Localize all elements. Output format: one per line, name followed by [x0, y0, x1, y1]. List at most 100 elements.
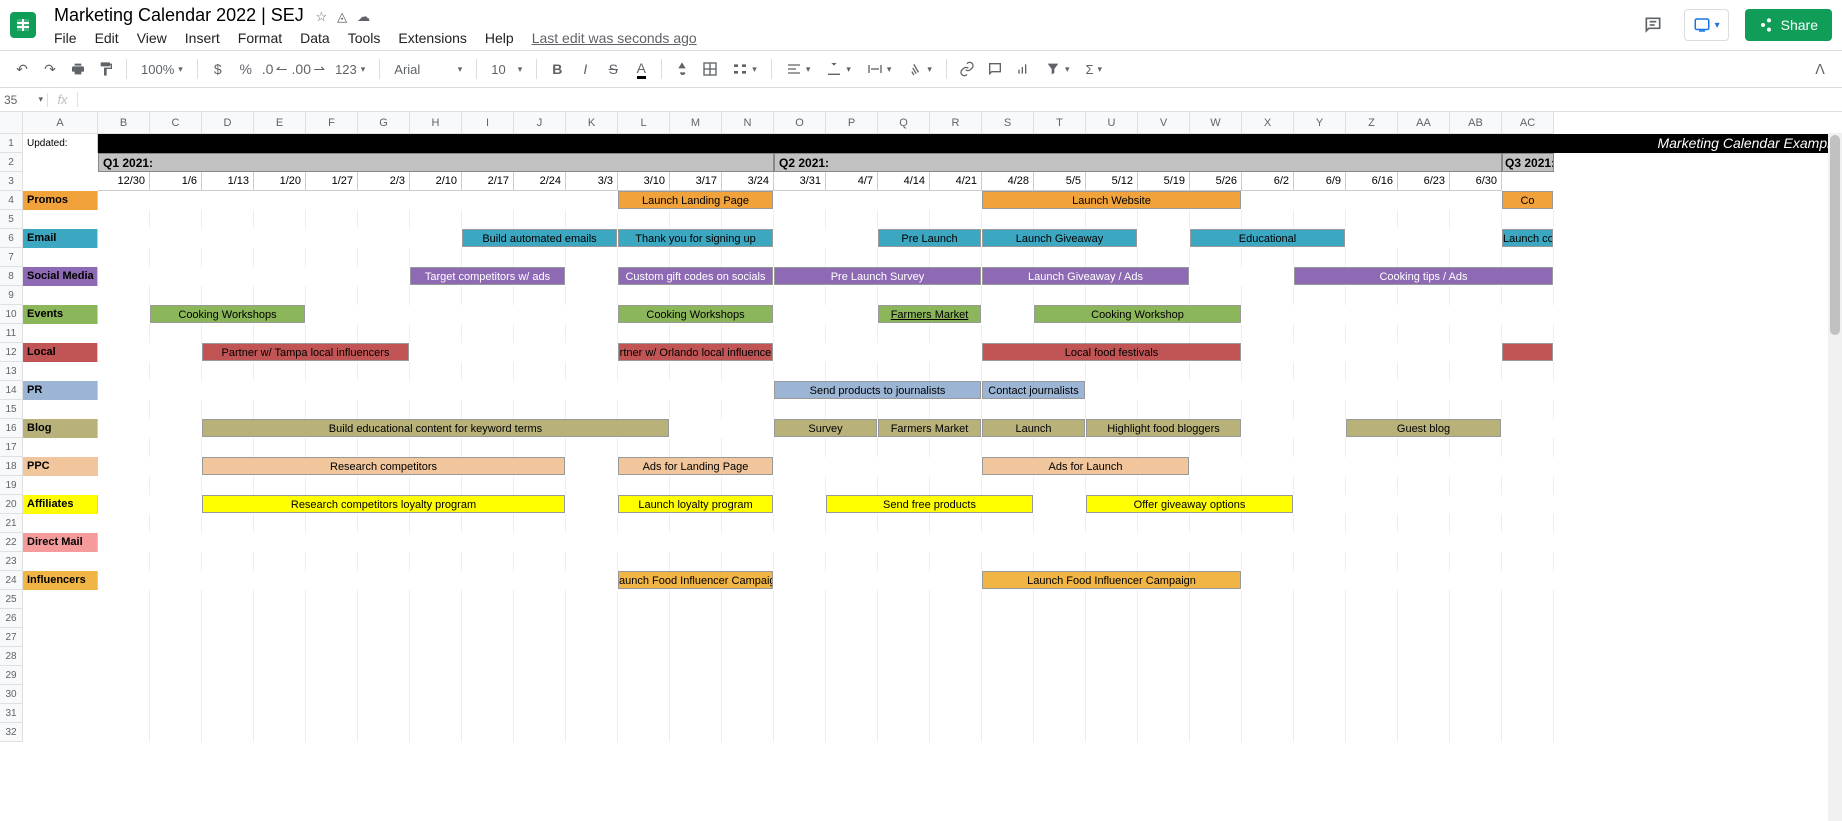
gantt-bar[interactable]: Ads for Launch [982, 457, 1189, 475]
column-header[interactable]: W [1190, 112, 1242, 134]
column-header[interactable]: J [514, 112, 566, 134]
gantt-bar[interactable]: aunch Food Influencer Campaig [618, 571, 773, 589]
row-header[interactable]: 2 [0, 153, 23, 172]
text-color-button[interactable]: A [629, 57, 653, 81]
date-cell[interactable]: 1/27 [306, 172, 358, 191]
merge-button[interactable]: ▾ [726, 61, 763, 77]
date-cell[interactable]: 6/2 [1242, 172, 1294, 191]
gantt-bar[interactable]: Launch Giveaway / Ads [982, 267, 1189, 285]
column-header[interactable]: A [23, 112, 98, 134]
decrease-decimal-button[interactable]: .0 ↼ [262, 57, 288, 81]
category-label[interactable]: Influencers [23, 571, 98, 590]
column-header[interactable]: M [670, 112, 722, 134]
format-dropdown[interactable]: 123▾ [329, 62, 371, 77]
date-cell[interactable]: 5/12 [1086, 172, 1138, 191]
column-header[interactable]: I [462, 112, 514, 134]
row-header[interactable]: 9 [0, 286, 23, 305]
redo-button[interactable]: ↷ [38, 57, 62, 81]
gantt-bar[interactable]: Local food festivals [982, 343, 1241, 361]
row-header[interactable]: 28 [0, 647, 23, 666]
cell-updated-label[interactable]: Updated: [23, 134, 98, 153]
category-label[interactable]: Social Media [23, 267, 98, 286]
quarter-q3[interactable]: Q3 2021: [1502, 153, 1554, 172]
category-label[interactable]: Direct Mail [23, 533, 98, 552]
comment-history-icon[interactable] [1638, 10, 1668, 40]
vertical-scrollbar[interactable] [1828, 133, 1842, 821]
column-header[interactable]: N [722, 112, 774, 134]
menu-format[interactable]: Format [238, 30, 282, 46]
date-cell[interactable]: 4/21 [930, 172, 982, 191]
gantt-bar[interactable]: Highlight food bloggers [1086, 419, 1241, 437]
collapse-toolbar-button[interactable]: ᐱ [1808, 57, 1832, 81]
last-edit-link[interactable]: Last edit was seconds ago [532, 30, 697, 46]
gantt-bar[interactable]: Launch loyalty program [618, 495, 773, 513]
row-header[interactable]: 26 [0, 609, 23, 628]
gantt-bar[interactable]: Cooking Workshops [618, 305, 773, 323]
valign-button[interactable]: ▾ [820, 61, 857, 77]
gantt-bar[interactable]: Contact journalists [982, 381, 1085, 399]
category-label[interactable]: PR [23, 381, 98, 400]
column-header[interactable]: S [982, 112, 1034, 134]
column-header[interactable]: D [202, 112, 254, 134]
row-header[interactable]: 29 [0, 666, 23, 685]
gantt-bar[interactable]: Cooking Workshop [1034, 305, 1241, 323]
font-size-dropdown[interactable]: 10▾ [485, 62, 528, 77]
date-cell[interactable]: 3/10 [618, 172, 670, 191]
date-cell[interactable]: 4/14 [878, 172, 930, 191]
date-cell[interactable]: 6/30 [1450, 172, 1502, 191]
gantt-bar[interactable]: Target competitors w/ ads [410, 267, 565, 285]
date-cell[interactable]: 6/23 [1398, 172, 1450, 191]
row-header[interactable]: 16 [0, 419, 23, 438]
print-button[interactable] [66, 57, 90, 81]
date-cell[interactable]: 2/17 [462, 172, 514, 191]
row-header[interactable]: 8 [0, 267, 23, 286]
present-button[interactable]: ▾ [1684, 9, 1729, 41]
row-header[interactable]: 17 [0, 438, 23, 457]
category-label[interactable]: Blog [23, 419, 98, 438]
italic-button[interactable]: I [573, 57, 597, 81]
gantt-bar[interactable]: Launch Landing Page [618, 191, 773, 209]
gantt-bar[interactable]: Build automated emails [462, 229, 617, 247]
row-header[interactable]: 19 [0, 476, 23, 495]
gantt-bar[interactable]: Educational [1190, 229, 1345, 247]
row-header[interactable]: 20 [0, 495, 23, 514]
column-header[interactable]: F [306, 112, 358, 134]
row-header[interactable]: 1 [0, 134, 23, 153]
strikethrough-button[interactable]: S [601, 57, 625, 81]
row-header[interactable]: 6 [0, 229, 23, 248]
gantt-bar[interactable]: Partner w/ Tampa local influencers [202, 343, 409, 361]
date-cell[interactable]: 4/28 [982, 172, 1034, 191]
date-cell[interactable]: 3/17 [670, 172, 722, 191]
date-cell[interactable]: 4/7 [826, 172, 878, 191]
column-header[interactable]: U [1086, 112, 1138, 134]
document-title[interactable]: Marketing Calendar 2022 | SEJ [54, 5, 304, 25]
row-header[interactable]: 24 [0, 571, 23, 590]
gantt-bar[interactable]: Thank you for signing up [618, 229, 773, 247]
column-header[interactable]: X [1242, 112, 1294, 134]
cloud-icon[interactable]: ☁ [357, 9, 370, 25]
gantt-bar[interactable]: Pre Launch [878, 229, 981, 247]
row-header[interactable]: 31 [0, 704, 23, 723]
category-label[interactable]: PPC [23, 457, 98, 476]
column-header[interactable]: K [566, 112, 618, 134]
gantt-bar[interactable]: Farmers Market [878, 419, 981, 437]
column-header[interactable]: V [1138, 112, 1190, 134]
move-icon[interactable]: ◬ [337, 9, 347, 25]
date-cell[interactable]: 2/10 [410, 172, 462, 191]
date-cell[interactable]: 6/9 [1294, 172, 1346, 191]
currency-button[interactable]: $ [206, 57, 230, 81]
menu-insert[interactable]: Insert [185, 30, 220, 46]
row-header[interactable]: 22 [0, 533, 23, 552]
percent-button[interactable]: % [234, 57, 258, 81]
quarter-q2[interactable]: Q2 2021: [774, 153, 1502, 172]
chart-button[interactable] [1011, 57, 1035, 81]
link-button[interactable] [955, 57, 979, 81]
category-label[interactable]: Promos [23, 191, 98, 210]
star-icon[interactable]: ☆ [315, 9, 327, 25]
date-cell[interactable]: 3/24 [722, 172, 774, 191]
gantt-bar[interactable]: Research competitors loyalty program [202, 495, 565, 513]
date-cell[interactable]: 2/3 [358, 172, 410, 191]
spreadsheet-grid[interactable]: ABCDEFGHIJKLMNOPQRSTUVWXYZAAABAC 1Update… [0, 112, 1842, 742]
date-cell[interactable]: 3/31 [774, 172, 826, 191]
category-label[interactable]: Email [23, 229, 98, 248]
